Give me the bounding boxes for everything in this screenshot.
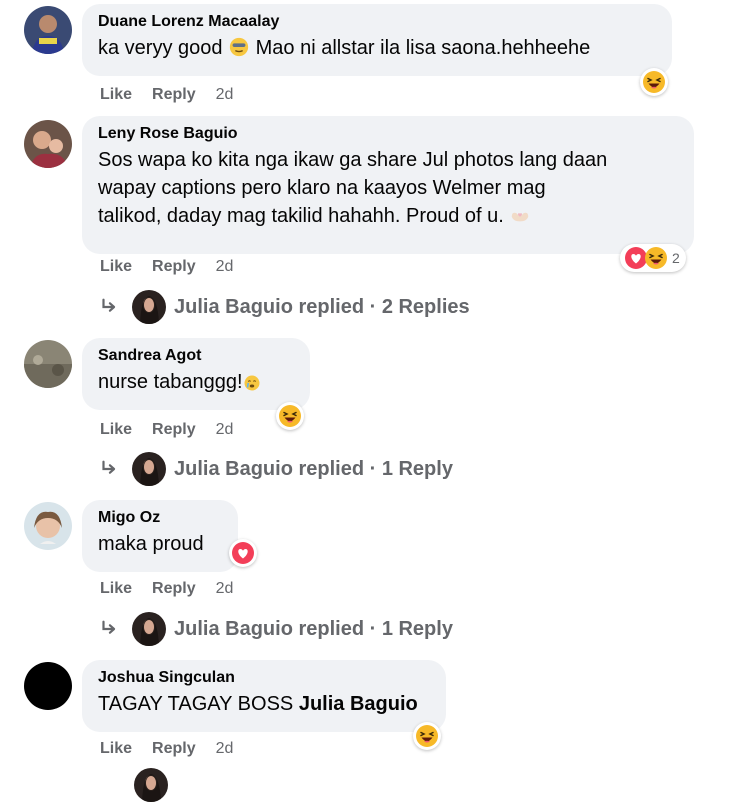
- comment-text-line: talikod, daday mag takilid hahahh. Proud…: [98, 202, 682, 230]
- hands-heart-emoji-icon: [512, 212, 529, 222]
- replier-avatar: [132, 452, 166, 486]
- like-button[interactable]: Like: [100, 740, 132, 758]
- comment-text-part: ka veryy good: [98, 37, 223, 59]
- comment-timestamp[interactable]: 2d: [216, 740, 234, 758]
- reply-button[interactable]: Reply: [152, 740, 196, 758]
- comment-timestamp[interactable]: 2d: [216, 580, 234, 598]
- haha-reaction-icon: [644, 246, 668, 270]
- comment-author[interactable]: Migo Oz: [98, 508, 226, 528]
- view-replies-link[interactable]: Julia Baguio replied · 1 Reply: [98, 612, 453, 646]
- comment-actions: Like Reply 2d: [100, 580, 233, 598]
- crying-emoji-icon: [244, 375, 260, 391]
- avatar[interactable]: [24, 502, 72, 550]
- reply-button[interactable]: Reply: [152, 421, 196, 439]
- comment-timestamp[interactable]: 2d: [216, 258, 234, 276]
- comment-actions: Like Reply 2d: [100, 258, 233, 276]
- comment-author[interactable]: Joshua Singculan: [98, 668, 434, 688]
- comment-author[interactable]: Leny Rose Baguio: [98, 124, 682, 144]
- replier-avatar: [132, 290, 166, 324]
- haha-reaction-icon: [642, 70, 666, 94]
- reaction-summary[interactable]: [640, 68, 668, 96]
- reaction-summary[interactable]: [229, 539, 257, 567]
- avatar[interactable]: [24, 6, 72, 54]
- reaction-summary[interactable]: 2: [620, 244, 686, 272]
- avatar[interactable]: [24, 662, 72, 710]
- comment-author[interactable]: Sandrea Agot: [98, 346, 298, 366]
- replies-summary[interactable]: Julia Baguio replied · 1 Reply: [174, 618, 453, 641]
- haha-reaction-icon: [415, 724, 439, 748]
- mention-link[interactable]: Julia Baguio: [299, 693, 418, 715]
- comment-timestamp[interactable]: 2d: [216, 421, 234, 439]
- like-button[interactable]: Like: [100, 258, 132, 276]
- reply-button[interactable]: Reply: [152, 580, 196, 598]
- comment-text: maka proud: [98, 530, 226, 558]
- comment-bubble: Joshua Singculan TAGAY TAGAY BOSS Julia …: [82, 660, 446, 732]
- comment-text: ka veryy good Mao ni allstar ila lisa sa…: [98, 34, 660, 62]
- haha-reaction-icon: [278, 404, 302, 428]
- avatar[interactable]: [24, 340, 72, 388]
- reaction-summary[interactable]: [276, 402, 304, 430]
- comment-bubble: Duane Lorenz Macaalay ka veryy good Mao …: [82, 4, 672, 76]
- comment-actions: Like Reply 2d: [100, 86, 233, 104]
- comment-author[interactable]: Duane Lorenz Macaalay: [98, 12, 660, 32]
- comment-bubble: Leny Rose Baguio Sos wapa ko kita nga ik…: [82, 116, 694, 254]
- comment-bubble: Sandrea Agot nurse tabanggg!: [82, 338, 310, 410]
- comment-text-part: talikod, daday mag takilid hahahh. Proud…: [98, 205, 504, 227]
- view-replies-link[interactable]: Julia Baguio replied · 1 Reply: [98, 452, 453, 486]
- replies-summary[interactable]: Julia Baguio replied · 1 Reply: [174, 458, 453, 481]
- comment-text-part: maka proud: [98, 533, 204, 555]
- view-replies-link[interactable]: Julia Baguio replied · 2 Replies: [98, 290, 470, 324]
- avatar[interactable]: [24, 120, 72, 168]
- like-button[interactable]: Like: [100, 86, 132, 104]
- reaction-count: 2: [672, 250, 680, 266]
- reply-arrow-icon: [98, 458, 120, 480]
- comment-actions: Like Reply 2d: [100, 740, 233, 758]
- smiling-emoji-icon: [229, 37, 249, 57]
- comment-text-part: TAGAY TAGAY BOSS: [98, 693, 294, 715]
- reply-arrow-icon: [98, 618, 120, 640]
- comment-text-part: nurse tabanggg!: [98, 371, 243, 393]
- like-button[interactable]: Like: [100, 580, 132, 598]
- replies-summary[interactable]: Julia Baguio replied · 2 Replies: [174, 296, 470, 319]
- avatar: [134, 768, 168, 802]
- comment-text-line: wapay captions pero klaro na kaayos Welm…: [98, 177, 546, 199]
- comment-text: nurse tabanggg!: [98, 368, 298, 396]
- reply-arrow-icon: [98, 296, 120, 318]
- comment-timestamp[interactable]: 2d: [216, 86, 234, 104]
- reply-button[interactable]: Reply: [152, 258, 196, 276]
- reaction-summary[interactable]: [413, 722, 441, 750]
- comment-bubble: Migo Oz maka proud: [82, 500, 238, 572]
- comment-text-line: Sos wapa ko kita nga ikaw ga share Jul p…: [98, 149, 608, 171]
- comment-text-part: Mao ni allstar ila lisa saona.hehheehe: [255, 37, 591, 59]
- like-button[interactable]: Like: [100, 421, 132, 439]
- love-reaction-icon: [231, 541, 255, 565]
- comment-text: TAGAY TAGAY BOSS Julia Baguio: [98, 690, 434, 718]
- comment-actions: Like Reply 2d: [100, 421, 233, 439]
- reply-button[interactable]: Reply: [152, 86, 196, 104]
- replier-avatar: [132, 612, 166, 646]
